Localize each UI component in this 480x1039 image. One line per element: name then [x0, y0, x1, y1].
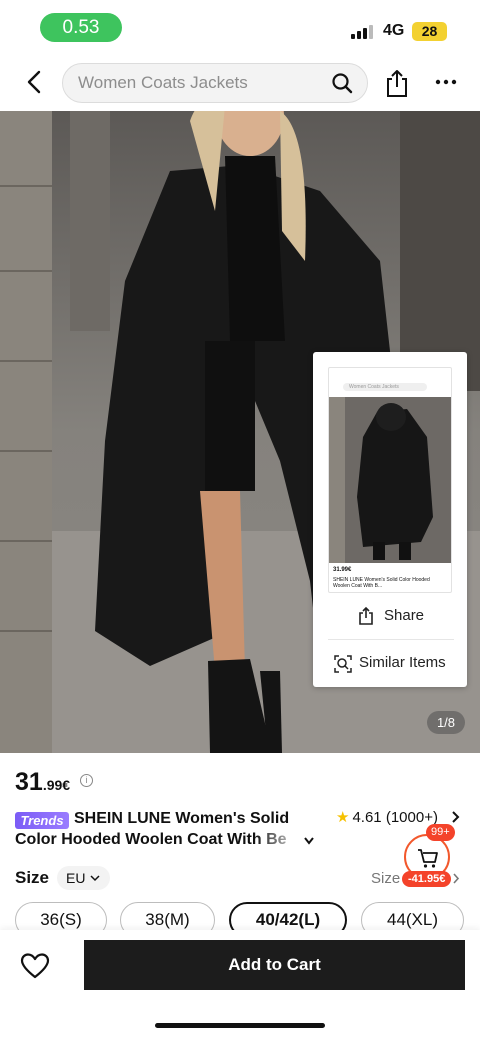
add-to-cart-button[interactable]: Add to Cart — [84, 940, 465, 990]
battery-icon: 28 — [412, 22, 447, 41]
similar-items-label: Similar Items — [359, 654, 446, 671]
network-type: 4G — [383, 22, 405, 39]
chevron-right-icon[interactable] — [452, 872, 461, 885]
card-divider — [328, 639, 454, 640]
share-action-button[interactable]: Share — [328, 594, 454, 639]
share-popup-card: Women Coats Jackets 31.99€ SHEIN LUNE Wo… — [313, 352, 467, 687]
product-price: 31.99€ — [15, 768, 70, 797]
similar-items-button[interactable]: Similar Items — [328, 641, 454, 686]
product-rating[interactable]: ★ 4.61 (1000+) — [336, 808, 438, 826]
discount-badge: -41.95€ — [402, 871, 452, 887]
thumbnail-price: 31.99€ — [333, 567, 352, 573]
home-indicator — [155, 1023, 325, 1028]
size-region-value: EU — [66, 870, 86, 886]
size-guide-link[interactable]: Size — [371, 870, 400, 887]
chevron-down-icon — [90, 875, 100, 882]
image-counter: 1/8 — [427, 711, 465, 734]
chevron-right-icon[interactable] — [451, 810, 461, 824]
similar-search-icon — [334, 655, 352, 673]
cart-count-badge: 99+ — [426, 824, 455, 841]
share-icon — [359, 606, 373, 625]
share-icon[interactable] — [384, 68, 410, 98]
title-fade — [255, 829, 305, 851]
screenshot-thumbnail[interactable]: Women Coats Jackets 31.99€ SHEIN LUNE Wo… — [328, 367, 452, 593]
info-icon[interactable]: i — [80, 774, 93, 787]
back-arrow-icon[interactable] — [22, 68, 48, 96]
price-whole: 31 — [15, 768, 43, 796]
star-icon: ★ — [336, 809, 350, 826]
cart-icon — [418, 849, 438, 868]
search-placeholder: Women Coats Jackets — [78, 73, 248, 92]
rating-value: 4.61 — [352, 809, 382, 826]
search-input[interactable]: Women Coats Jackets — [62, 63, 368, 103]
product-title-line1[interactable]: SHEIN LUNE Women's Solid — [74, 810, 289, 828]
status-bar: 0.53 4G 28 — [0, 0, 480, 56]
size-label: Size — [15, 868, 50, 887]
thumbnail-photo — [329, 397, 451, 563]
bottom-action-bar: Add to Cart — [0, 930, 480, 1039]
search-icon[interactable] — [331, 72, 353, 94]
heart-icon[interactable] — [20, 952, 50, 980]
price-cents: .99€ — [42, 777, 71, 793]
signal-icon — [351, 24, 375, 39]
review-count: (1000+) — [385, 809, 438, 826]
search-header: Women Coats Jackets — [0, 56, 480, 110]
status-time: 0.53 — [40, 13, 122, 42]
thumbnail-search: Women Coats Jackets — [343, 383, 427, 391]
trends-badge: Trends — [15, 812, 69, 829]
share-label: Share — [384, 607, 425, 624]
thumbnail-title: SHEIN LUNE Women's Solid Color Hooded Wo… — [333, 577, 430, 589]
size-region-select[interactable]: EU — [57, 866, 110, 890]
more-options-icon[interactable] — [434, 70, 458, 94]
chevron-down-icon[interactable] — [303, 836, 315, 846]
